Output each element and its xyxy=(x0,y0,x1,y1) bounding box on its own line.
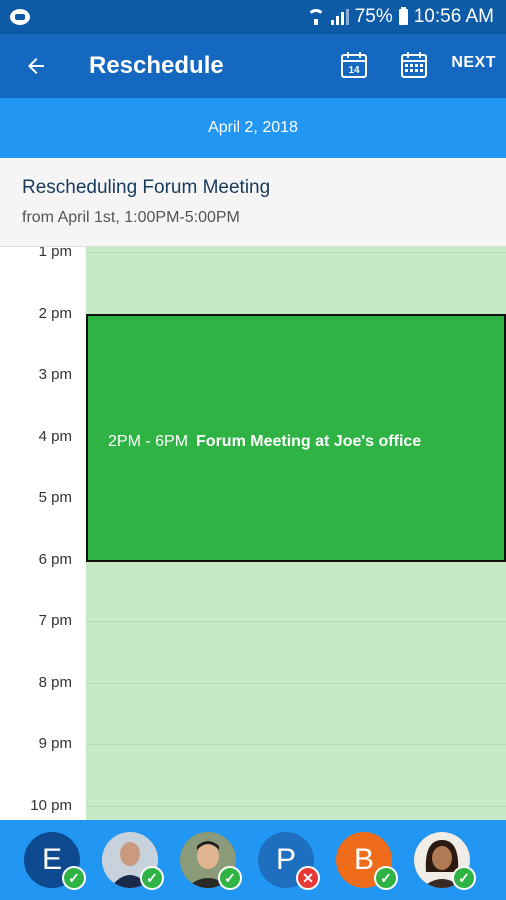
accepted-check-icon: ✓ xyxy=(218,866,242,890)
app-bar: Reschedule 14 NEXT xyxy=(0,34,506,98)
calendar-month-view-button[interactable] xyxy=(397,48,431,82)
battery-icon xyxy=(398,7,408,25)
page-title: Reschedule xyxy=(89,52,224,79)
calendar-day-number: 14 xyxy=(348,65,360,76)
hour-label: 1 pm xyxy=(38,247,72,260)
event-title: Rescheduling Forum Meeting xyxy=(22,177,271,198)
accepted-check-icon: ✓ xyxy=(374,866,398,890)
back-button[interactable] xyxy=(18,48,54,84)
next-button[interactable]: NEXT xyxy=(451,54,496,72)
attendee-avatar[interactable]: ✓ xyxy=(102,832,164,890)
status-indicators: 75% 10:56 AM xyxy=(306,6,494,28)
hour-gridline xyxy=(86,805,506,807)
attendee-avatar[interactable]: ✓ xyxy=(180,832,242,890)
accepted-check-icon: ✓ xyxy=(452,866,476,890)
hour-label: 9 pm xyxy=(38,735,72,752)
hour-label: 7 pm xyxy=(38,612,72,629)
declined-x-icon: ✕ xyxy=(296,866,320,890)
attendee-avatar[interactable]: B ✓ xyxy=(336,832,398,890)
calendar-day-view-button[interactable]: 14 xyxy=(337,48,371,82)
attendee-avatar[interactable]: P ✕ xyxy=(258,832,320,890)
event-block[interactable]: 2PM - 6PM Forum Meeting at Joe's office xyxy=(86,314,506,562)
hour-label: 2 pm xyxy=(38,304,72,322)
event-original-time: from April 1st, 1:00PM-5:00PM xyxy=(22,209,240,226)
calendar-day-icon: 14 xyxy=(341,52,367,78)
signal-icon xyxy=(330,9,349,25)
hour-label: 10 pm xyxy=(30,796,72,814)
hour-gridline xyxy=(86,621,506,622)
hour-label: 5 pm xyxy=(38,489,72,506)
event-info-panel: Rescheduling Forum Meeting from April 1s… xyxy=(0,158,506,247)
event-block-time: 2PM - 6PM xyxy=(108,433,189,450)
hour-label: 8 pm xyxy=(38,673,72,691)
hour-label: 6 pm xyxy=(38,550,72,568)
back-arrow-icon xyxy=(28,58,44,74)
hour-gridline xyxy=(86,252,506,253)
app-notification-icon xyxy=(10,9,30,25)
attendee-avatar[interactable]: E ✓ xyxy=(24,832,86,890)
calendar-month-icon xyxy=(401,52,427,78)
day-timeline[interactable]: 1 pm 2 pm 3 pm 4 pm 5 pm 6 pm 7 pm 8 pm 9 pm 10 p… xyxy=(0,247,506,820)
wifi-icon xyxy=(306,9,325,25)
battery-percent: 75% xyxy=(354,6,393,27)
attendee-avatar[interactable]: ✓ xyxy=(414,832,476,890)
attendee-initial: B xyxy=(353,843,374,876)
accepted-check-icon: ✓ xyxy=(140,866,164,890)
hour-gridline xyxy=(86,682,506,684)
attendee-bar: E ✓ ✓ ✓ P ✕ B ✓ ✓ xyxy=(0,820,506,900)
hour-gridline xyxy=(86,744,506,745)
clock: 10:56 AM xyxy=(413,6,494,27)
attendee-initial: P xyxy=(275,843,296,876)
hour-label: 3 pm xyxy=(38,366,72,383)
accepted-check-icon: ✓ xyxy=(62,866,86,890)
status-bar: 75% 10:56 AM xyxy=(0,0,506,34)
date-bar[interactable]: April 2, 2018 xyxy=(0,98,506,158)
event-block-text: 2PM - 6PM Forum Meeting at Joe's office xyxy=(108,433,421,451)
time-column: 1 pm 2 pm 3 pm 4 pm 5 pm 6 pm 7 pm 8 pm 9 pm 10 p… xyxy=(0,247,84,820)
hour-label: 4 pm xyxy=(38,427,72,445)
attendee-initial: E xyxy=(41,843,62,876)
event-block-name: Forum Meeting at Joe's office xyxy=(196,433,422,450)
